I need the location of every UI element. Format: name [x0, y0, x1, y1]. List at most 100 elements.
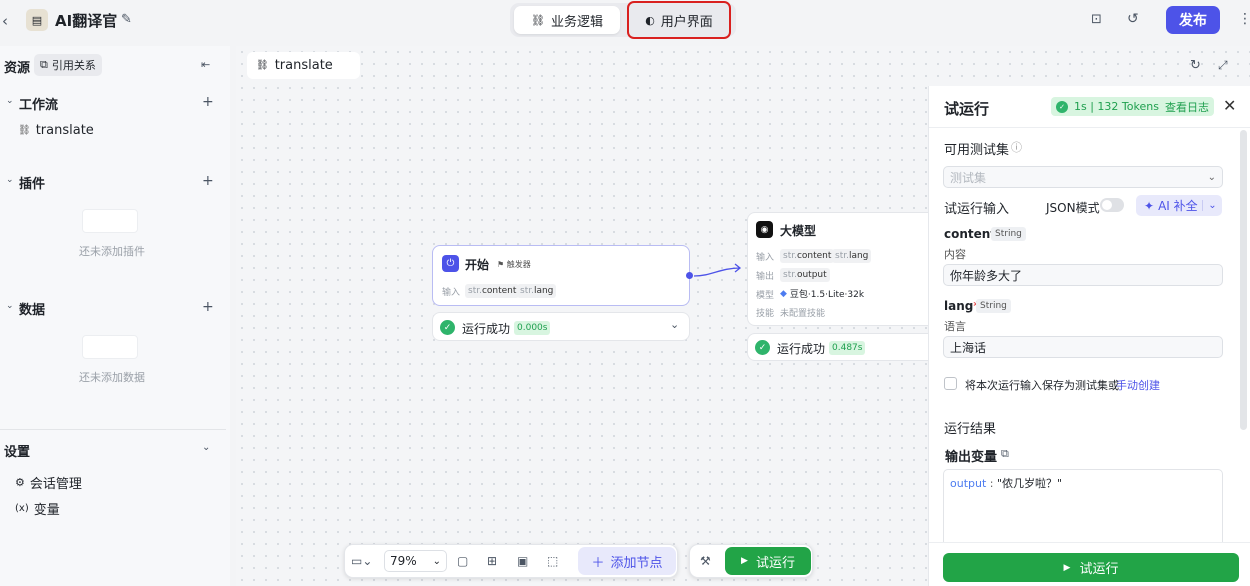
workflow-section-label: 工作流	[19, 98, 59, 113]
test-run-label: 试运行	[755, 555, 795, 571]
input-pill: str.lang	[517, 284, 557, 298]
scrollbar[interactable]	[1240, 130, 1247, 430]
refs-button[interactable]: ⧉ 引用关系	[34, 54, 102, 76]
save-testset-checkbox[interactable]	[944, 377, 957, 390]
save-icon[interactable]: ⊡	[1091, 12, 1102, 27]
add-node-button[interactable]: ＋ 添加节点	[578, 547, 676, 575]
view-tabs: ⛓ 业务逻辑 ◐ 用户界面	[510, 1, 736, 39]
input-pill: str.lang	[832, 249, 872, 263]
edit-icon[interactable]: ✎	[121, 12, 132, 27]
fullscreen-icon[interactable]: ⤢	[1218, 58, 1228, 73]
layout-icon[interactable]: ⊞	[487, 554, 497, 568]
tab-user-interface[interactable]: ◐ 用户界面	[627, 1, 731, 39]
minimap-icon[interactable]: ▭⌄	[351, 554, 372, 568]
elapsed-time: 0.000s	[514, 321, 551, 335]
type-prefix: str.	[520, 286, 534, 296]
toggle-knob	[1102, 200, 1112, 210]
manual-create-link[interactable]: 手动创建	[1116, 377, 1160, 393]
chevron-down-icon[interactable]: ⌄	[1202, 200, 1222, 211]
info-icon[interactable]: ⓘ	[1011, 139, 1022, 155]
variable-icon: (x)	[15, 503, 29, 514]
sidebar-item-translate[interactable]: ⛓ translate	[18, 123, 94, 138]
model-value: ◆ 豆包·1.5·Lite·32k	[780, 287, 865, 301]
output-label: 输出	[756, 272, 775, 282]
output-box: output : "侬几岁啦？"	[943, 469, 1223, 549]
canvas-tab-translate[interactable]: ⛓ translate	[247, 52, 360, 79]
app-title: AI翻译官	[55, 12, 118, 30]
start-node[interactable]: ⏻ 开始 ⚑ 触发器 输入 str.content str.lang	[432, 245, 693, 306]
field-type: String	[976, 299, 1011, 313]
output-name: output	[796, 270, 827, 280]
llm-node-status[interactable]: ✓ 运行成功 0.487s	[747, 333, 937, 361]
tools-icon[interactable]: ⚒	[700, 554, 711, 568]
image-icon[interactable]: ▣	[517, 554, 528, 568]
select-icon[interactable]: ⬚	[547, 554, 558, 568]
app-logo: ▤	[26, 9, 48, 31]
zoom-value: 79%	[390, 554, 417, 568]
start-icon: ⏻	[442, 255, 459, 272]
chevron-down-icon: ⌄	[432, 555, 441, 567]
sidebar-item-label: 变量	[33, 503, 60, 518]
publish-button[interactable]: 发布	[1166, 6, 1220, 34]
success-icon: ✓	[1056, 100, 1068, 113]
chevron-down-icon[interactable]: ⌄	[202, 442, 210, 453]
close-icon[interactable]: ✕	[1223, 96, 1236, 115]
play-icon: ▶	[1063, 562, 1071, 573]
skill-value: 未配置技能	[780, 309, 826, 319]
tab-label: 用户界面	[660, 14, 713, 30]
view-log-link[interactable]: 查看日志	[1165, 99, 1209, 115]
panel-run-button[interactable]: ▶ 试运行	[943, 553, 1239, 582]
json-mode-label: JSON模式	[1046, 201, 1100, 215]
json-mode-toggle[interactable]	[1100, 198, 1124, 212]
type-prefix: str.	[783, 251, 797, 261]
chevron-down-icon[interactable]: ⌄	[6, 96, 14, 106]
test-run-button[interactable]: ▶ 试运行	[725, 547, 811, 575]
play-icon: ▶	[741, 556, 748, 566]
chevron-down-icon[interactable]: ⌄	[6, 301, 14, 311]
sidebar-item-label: translate	[35, 123, 94, 138]
content-input[interactable]: 你年龄多大了	[943, 264, 1223, 286]
output-var-label: 输出变量	[945, 450, 998, 465]
add-data-icon[interactable]: +	[202, 299, 214, 315]
copy-icon[interactable]: ⧉	[1001, 447, 1009, 461]
lang-input[interactable]: 上海话	[943, 336, 1223, 358]
comment-icon[interactable]: ▢	[457, 554, 468, 568]
refresh-icon[interactable]: ↻	[1190, 58, 1201, 73]
back-icon[interactable]: ‹	[2, 12, 8, 30]
canvas-toolbar: ▭⌄ 79% ⌄ ▢ ⊞ ▣ ⬚ ＋ 添加节点	[344, 544, 678, 578]
add-workflow-icon[interactable]: +	[202, 94, 214, 110]
skill-label: 技能	[756, 309, 775, 319]
settings-section-label: 设置	[4, 445, 31, 460]
empty-placeholder-icon	[82, 335, 138, 359]
input-name: content	[481, 286, 517, 296]
chevron-down-icon[interactable]: ⌄	[6, 175, 14, 185]
llm-node[interactable]: ◉ 大模型 输入 str.content str.lang 输出 str.out…	[747, 212, 937, 326]
sidebar-item-variables[interactable]: (x) 变量	[15, 499, 60, 518]
collapse-icon[interactable]: ⇤	[201, 58, 210, 71]
output-value: "侬几岁啦？"	[997, 477, 1063, 490]
chevron-down-icon[interactable]: ⌄	[670, 318, 679, 331]
add-plugin-icon[interactable]: +	[202, 173, 214, 189]
type-prefix: str.	[835, 251, 849, 261]
model-name: 豆包·1.5·Lite·32k	[789, 290, 865, 300]
refs-label: 引用关系	[51, 59, 96, 72]
trigger-badge-label: 触发器	[506, 260, 531, 269]
start-node-status[interactable]: ✓ 运行成功 0.000s ⌄	[432, 312, 690, 341]
tab-business-logic[interactable]: ⛓ 业务逻辑	[514, 6, 620, 34]
panel-title: 试运行	[944, 100, 990, 118]
more-icon[interactable]: ⋮	[1238, 11, 1250, 27]
field-name: lang*	[944, 299, 980, 313]
zoom-select[interactable]: 79% ⌄	[384, 550, 447, 572]
plugins-section-label: 插件	[19, 177, 46, 192]
output-key: output	[950, 477, 987, 490]
ai-fill-button[interactable]: ✦ AI 补全 ⌄	[1136, 195, 1222, 216]
run-stats: 1s | 132 Tokens	[1074, 100, 1159, 113]
field-desc: 语言	[944, 320, 966, 333]
sidebar-item-conversation[interactable]: ⚙ 会话管理	[15, 473, 82, 492]
status-text: 运行成功	[777, 342, 826, 356]
testset-select[interactable]: 测试集 ⌄	[943, 166, 1223, 188]
history-icon[interactable]: ↺	[1127, 11, 1139, 27]
input-name: lang	[533, 286, 554, 296]
type-prefix: str.	[783, 270, 797, 280]
testset-label: 可用测试集	[944, 143, 1010, 158]
